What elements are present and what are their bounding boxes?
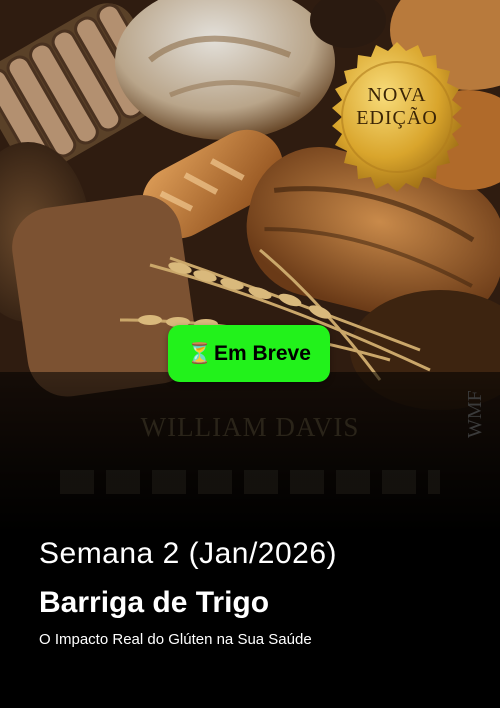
- book-subtitle: O Impacto Real do Glúten na Sua Saúde: [39, 631, 312, 648]
- book-card[interactable]: NOVA EDIÇÃO WILLIAM DAVIS WMF ⏳ Em Breve…: [0, 0, 500, 708]
- hourglass-icon: ⏳: [187, 342, 212, 365]
- publisher-mark: WMF: [464, 390, 486, 438]
- badge-label: Em Breve: [214, 341, 311, 365]
- seal-line-1: NOVA: [367, 84, 427, 106]
- coming-soon-badge[interactable]: ⏳ Em Breve: [168, 325, 330, 382]
- release-week: Semana 2 (Jan/2026): [39, 537, 338, 570]
- cover-title-shadow: [60, 470, 440, 494]
- book-title: Barriga de Trigo: [39, 586, 270, 619]
- new-edition-seal: NOVA EDIÇÃO: [322, 84, 472, 130]
- cover-author: WILLIAM DAVIS: [140, 412, 360, 442]
- seal-line-2: EDIÇÃO: [356, 107, 438, 129]
